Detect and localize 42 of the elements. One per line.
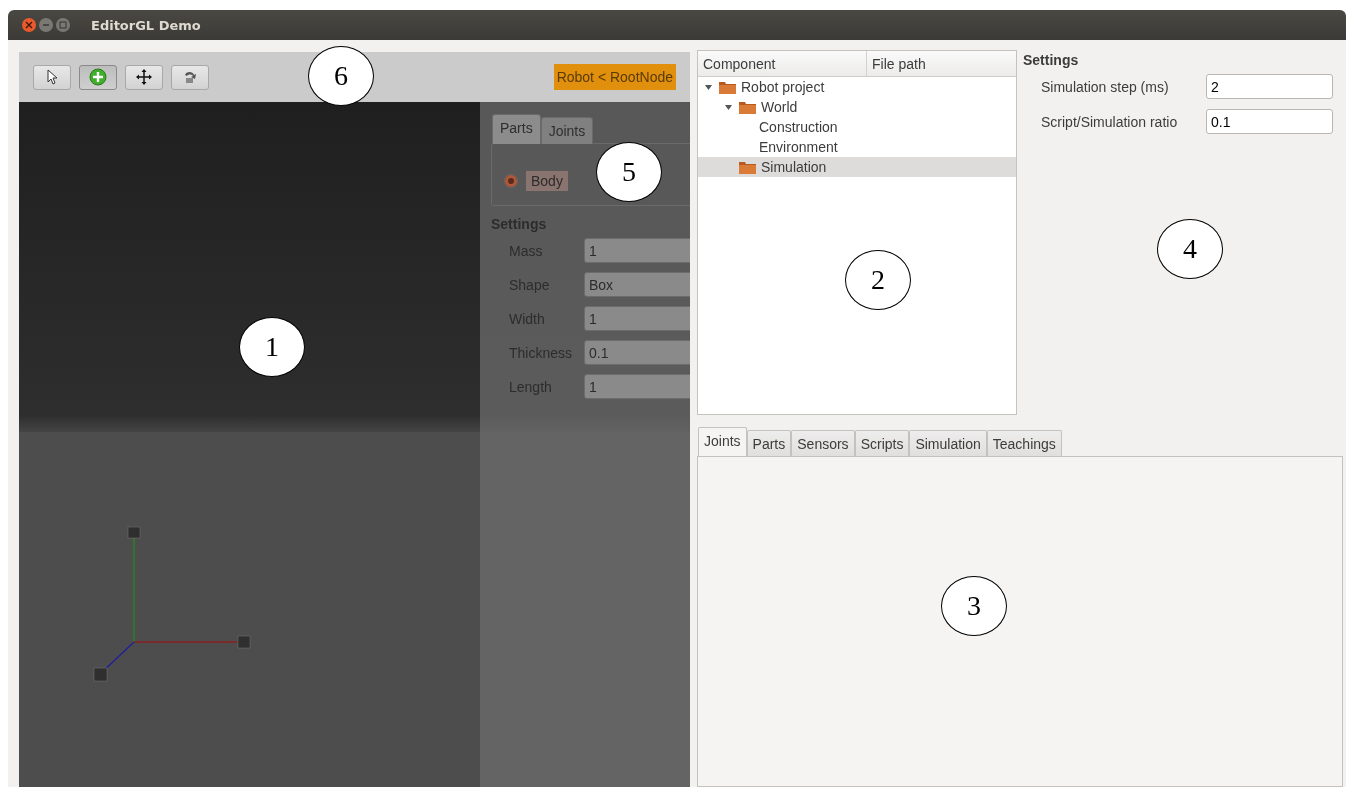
- expand-arrow-icon[interactable]: [704, 82, 714, 92]
- move-tool-button[interactable]: [125, 64, 163, 90]
- input-field[interactable]: 1: [584, 238, 690, 263]
- input-field[interactable]: 0.1: [584, 340, 690, 365]
- input-field[interactable]: 2: [1206, 74, 1333, 99]
- rotate-tool-button[interactable]: [171, 64, 209, 90]
- tree-label: World: [761, 99, 798, 115]
- close-icon[interactable]: [22, 18, 36, 32]
- field-label: Simulation step (ms): [1041, 78, 1170, 95]
- tree-label: Simulation: [761, 159, 827, 175]
- move-icon: [135, 68, 153, 86]
- field-label: Script/Simulation ratio: [1041, 113, 1179, 130]
- expand-arrow-icon[interactable]: [724, 102, 734, 112]
- pointer-tool-button[interactable]: [33, 64, 71, 90]
- plus-icon: [89, 68, 107, 86]
- selected-tree-row[interactable]: Simulation: [698, 157, 1016, 177]
- tab[interactable]: Parts: [746, 430, 792, 456]
- tree-label: Environment: [759, 139, 838, 155]
- add-tool-button[interactable]: [79, 64, 117, 90]
- tab[interactable]: Sensors: [791, 430, 855, 456]
- column-header[interactable]: File path: [867, 51, 1016, 76]
- tab[interactable]: Joints: [698, 427, 747, 456]
- tab[interactable]: Parts: [492, 114, 541, 144]
- radio-button[interactable]: [504, 173, 518, 188]
- input-field[interactable]: 0.1: [1206, 109, 1333, 134]
- tab[interactable]: Joints: [540, 117, 594, 144]
- tab[interactable]: Teachings: [986, 430, 1062, 456]
- pointer-icon: [45, 69, 59, 85]
- input-field[interactable]: 1: [584, 374, 690, 399]
- maximize-icon[interactable]: [56, 18, 70, 32]
- minimize-icon[interactable]: [39, 18, 53, 32]
- input-field[interactable]: 1: [584, 306, 690, 331]
- tab[interactable]: Simulation: [909, 430, 987, 456]
- window-title: EditorGL Demo: [91, 17, 201, 33]
- tree-label: Construction: [759, 119, 838, 135]
- rotate-icon: [182, 69, 198, 85]
- input-field[interactable]: Box: [584, 272, 690, 297]
- settings-heading: Settings: [1023, 52, 1080, 68]
- tree-label: Robot project: [741, 79, 825, 95]
- tab[interactable]: Scripts: [854, 430, 910, 456]
- column-header[interactable]: Component: [698, 51, 867, 76]
- node-path-label: Robot < RootNode: [553, 64, 676, 90]
